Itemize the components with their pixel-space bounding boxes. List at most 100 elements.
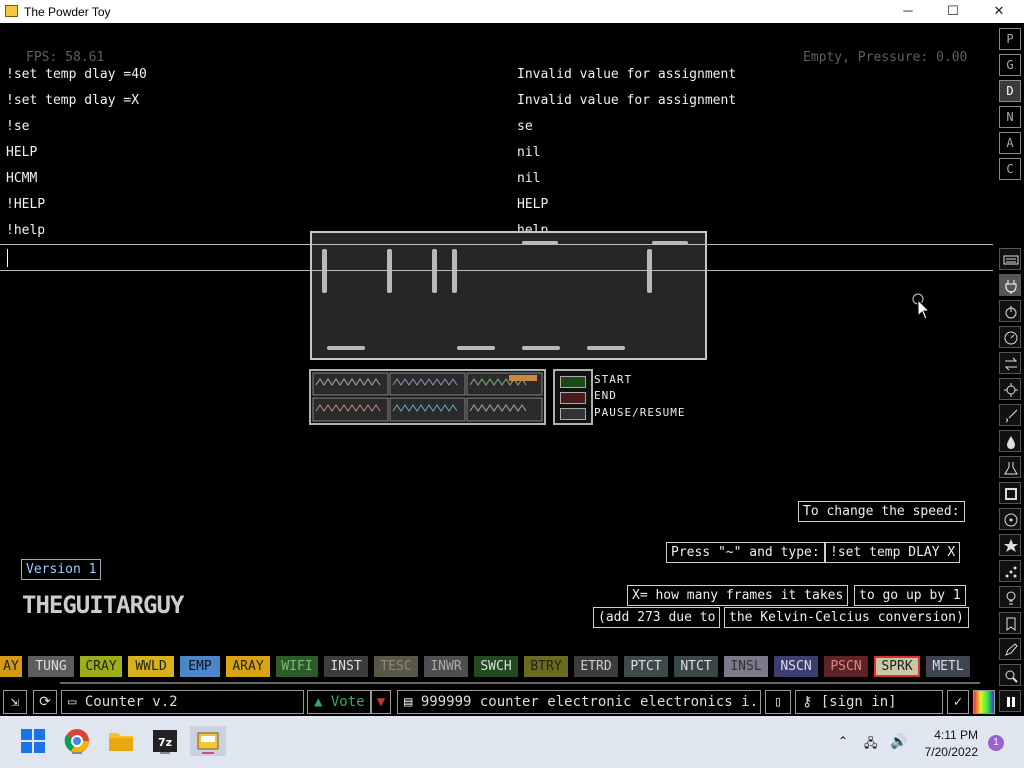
settings-check-icon[interactable]: ✓ — [947, 690, 969, 714]
element-inst-button[interactable]: INST — [324, 656, 368, 677]
end-square[interactable] — [560, 392, 586, 404]
element-nscn-button[interactable]: NSCN — [774, 656, 818, 677]
kelvin-sign[interactable]: (add 273 due to — [593, 607, 721, 628]
segment-bar — [327, 346, 365, 350]
render-options-icon[interactable] — [973, 690, 995, 714]
console-result: nil — [517, 171, 541, 186]
drop-icon[interactable] — [999, 430, 1021, 452]
file-explorer-icon[interactable] — [106, 726, 136, 756]
save-name-field[interactable]: ▭ Counter v.2 — [61, 690, 304, 714]
frames-sign-2[interactable]: to go up by 1 — [854, 585, 966, 606]
bookmark-icon[interactable] — [999, 612, 1021, 634]
gauge-icon[interactable] — [999, 326, 1021, 348]
frames-sign[interactable]: X= how many frames it takes — [627, 585, 849, 606]
tag-icon: ▤ — [404, 694, 421, 710]
version-label[interactable]: Version 1 — [21, 559, 102, 580]
minimize-button[interactable]: ─ — [885, 0, 931, 23]
console-command: HCMM — [6, 171, 38, 186]
maximize-button[interactable]: ☐ — [930, 0, 976, 23]
kelvin-sign-2[interactable]: the Kelvin-Celcius conversion) — [724, 607, 969, 628]
plug-icon[interactable] — [999, 274, 1021, 296]
start-square[interactable] — [560, 376, 586, 388]
new-simulation-icon[interactable]: ▯ — [765, 690, 791, 714]
element-wifi-button[interactable]: WIFI — [276, 656, 318, 677]
console-result: Invalid value for assignment — [517, 93, 737, 108]
element-swch-button[interactable]: SWCH — [474, 656, 518, 677]
element-scrollbar[interactable] — [60, 682, 980, 684]
dots-icon[interactable] — [999, 560, 1021, 582]
window-title: The Powder Toy — [24, 5, 111, 19]
reload-icon[interactable]: ⟳ — [33, 690, 57, 714]
star-icon[interactable] — [999, 534, 1021, 556]
element-insl-button[interactable]: INSL — [724, 656, 768, 677]
element-ptct-button[interactable]: PTCT — [624, 656, 668, 677]
tray-chevron-icon[interactable]: ⌃ — [838, 734, 848, 748]
element-tung-button[interactable]: TUNG — [28, 656, 74, 677]
element-sprk-button[interactable]: SPRK — [874, 656, 920, 677]
tags-field[interactable]: ▤ 999999 counter electronic electronics … — [397, 690, 761, 714]
sign-in-button[interactable]: ⚷ [sign in] — [795, 690, 943, 714]
console-result: se — [517, 119, 533, 134]
element-etrd-button[interactable]: ETRD — [574, 656, 618, 677]
end-label: END — [594, 389, 617, 402]
vote-up-button[interactable]: ▲ Vote — [307, 690, 371, 714]
console-result: nil — [517, 145, 541, 160]
game-canvas[interactable]: FPS: 58.61 Empty, Pressure: 0.00 !set te… — [0, 23, 1024, 716]
element-metl-button[interactable]: METL — [926, 656, 970, 677]
brush-circle-icon — [912, 293, 930, 320]
menu-g-button[interactable]: G — [999, 54, 1021, 76]
sign-in-label: [sign in] — [820, 694, 897, 710]
7zip-icon[interactable]: 7z — [150, 726, 180, 756]
bulb-icon[interactable] — [999, 586, 1021, 608]
console-input[interactable] — [0, 244, 993, 271]
radiation-icon[interactable] — [999, 508, 1021, 530]
pause-square[interactable] — [560, 408, 586, 420]
pen-icon[interactable] — [999, 638, 1021, 660]
circuit-pattern — [312, 372, 543, 422]
element-cray-button[interactable]: CRAY — [80, 656, 122, 677]
menu-p-button[interactable]: P — [999, 28, 1021, 50]
gear-icon[interactable] — [999, 378, 1021, 400]
element-btry-button[interactable]: BTRY — [524, 656, 568, 677]
notification-badge[interactable]: 1 — [988, 735, 1004, 751]
press-sign[interactable]: Press "~" and type: — [666, 542, 825, 563]
powder-toy-taskbar-icon[interactable] — [190, 726, 226, 756]
vote-down-button[interactable]: ▼ — [371, 690, 391, 714]
brush-icon[interactable] — [999, 404, 1021, 426]
keyboard-icon[interactable] — [999, 248, 1021, 270]
command-sign[interactable]: !set temp DLAY X — [825, 542, 961, 563]
console-command: HELP — [6, 145, 38, 160]
arrows-icon[interactable] — [999, 352, 1021, 374]
open-save-icon[interactable]: ⇲ — [3, 690, 27, 714]
save-file-icon: ▭ — [68, 694, 85, 710]
close-button[interactable]: ✕ — [976, 0, 1022, 23]
menu-n-button[interactable]: N — [999, 106, 1021, 128]
flask-icon[interactable] — [999, 456, 1021, 478]
element-tesc-button[interactable]: TESC — [374, 656, 418, 677]
menu-a-button[interactable]: A — [999, 132, 1021, 154]
menu-c-button[interactable]: C — [999, 158, 1021, 180]
element-inwr-button[interactable]: INWR — [424, 656, 468, 677]
element-aray-button[interactable]: ARAY — [226, 656, 270, 677]
console-result: HELP — [517, 197, 549, 212]
speed-hint-sign[interactable]: To change the speed: — [798, 501, 965, 522]
volume-icon[interactable]: 🔊 — [890, 733, 907, 750]
tags-text: 999999 counter electronic electronics i.… — [420, 694, 761, 710]
element-ntct-button[interactable]: NTCT — [674, 656, 718, 677]
windows-taskbar: 7z ⌃ 🖧 🔊 4:11 PM 7/20/2022 1 — [0, 716, 1024, 768]
element-emp-button[interactable]: EMP — [180, 656, 220, 677]
control-panel — [553, 369, 593, 425]
circuit-board — [309, 369, 546, 425]
power-icon[interactable] — [999, 300, 1021, 322]
menu-d-button[interactable]: D — [999, 80, 1021, 102]
element-pscn-button[interactable]: PSCN — [824, 656, 868, 677]
clock-date[interactable]: 7/20/2022 — [920, 745, 978, 759]
element-ay-button[interactable]: AY — [0, 656, 22, 677]
element-wwld-button[interactable]: WWLD — [128, 656, 174, 677]
chrome-icon[interactable] — [62, 726, 92, 756]
windows-start-icon[interactable] — [18, 726, 48, 756]
clock-time[interactable]: 4:11 PM — [934, 728, 978, 742]
square-icon[interactable] — [999, 482, 1021, 504]
network-icon[interactable]: 🖧 — [864, 734, 877, 755]
search-icon[interactable] — [999, 664, 1021, 686]
